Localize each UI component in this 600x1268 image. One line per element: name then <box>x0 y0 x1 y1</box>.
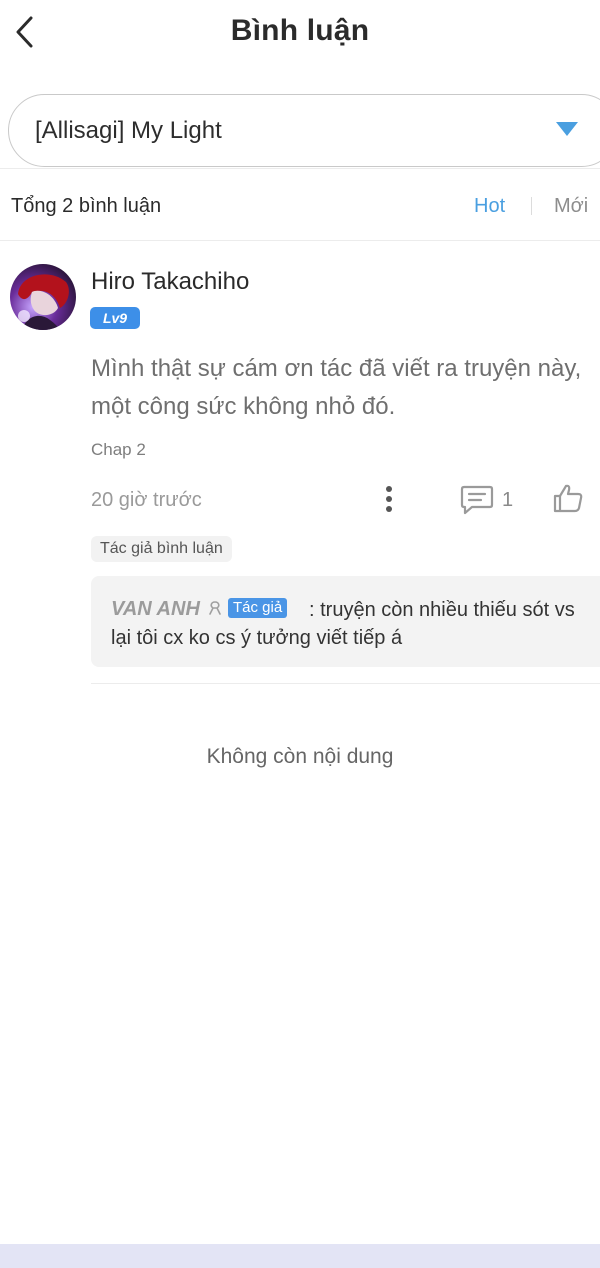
bottom-bar <box>0 1244 600 1268</box>
comments-page: Bình luận [Allisagi] My Light Tổng 2 bìn… <box>0 0 600 1268</box>
header: Bình luận <box>0 0 600 70</box>
more-options-button[interactable] <box>378 484 400 516</box>
chapter-selector-value: [Allisagi] My Light <box>35 116 222 144</box>
chapter-selector[interactable]: [Allisagi] My Light <box>8 94 600 167</box>
sort-divider <box>531 197 532 215</box>
reply-text-line: : truyện còn nhiều thiếu sót vs <box>309 599 575 621</box>
sort-bar: Tổng 2 bình luận Hot Mới <box>0 168 600 241</box>
comment-chapter[interactable]: Chap 2 <box>91 440 146 460</box>
divider <box>91 683 600 684</box>
comment-total: Tổng 2 bình luận <box>11 195 162 217</box>
comment-text: Mình thật sự cám ơn tác đã viết ra truyệ… <box>91 350 600 426</box>
end-of-list-text: Không còn nội dung <box>206 745 394 768</box>
comment-text-line: một công sức không nhỏ đó. <box>91 393 396 420</box>
author-reply[interactable]: VAN ANH Tác giả : truyện còn nhiều thiếu… <box>91 576 600 667</box>
sort-new-tab[interactable]: Mới <box>554 195 588 218</box>
sort-hot-tab[interactable]: Hot <box>474 195 505 218</box>
comment-text-line: Mình thật sự cám ơn tác đã viết ra truyệ… <box>91 355 582 382</box>
comment-time: 20 giờ trước <box>91 489 202 511</box>
avatar-image <box>10 264 76 330</box>
page-title: Bình luận <box>230 14 370 47</box>
more-vertical-icon <box>386 486 392 512</box>
comment-username[interactable]: Hiro Takachiho <box>91 268 249 296</box>
level-badge: Lv9 <box>90 307 140 329</box>
reply-button[interactable]: 1 <box>460 482 530 516</box>
reply-count: 1 <box>502 489 514 511</box>
caret-down-icon <box>556 122 578 136</box>
like-button[interactable] <box>552 482 586 516</box>
comment-icon <box>460 485 494 515</box>
avatar[interactable] <box>10 264 76 330</box>
reply-text-line: lại tôi cx ko cs ý tưởng viết tiếp á <box>111 627 403 649</box>
author-commented-chip: Tác giả bình luận <box>91 536 232 562</box>
reply-text: : truyện còn nhiều thiếu sót vs lại tôi … <box>111 596 600 652</box>
thumbs-up-icon <box>553 484 583 513</box>
